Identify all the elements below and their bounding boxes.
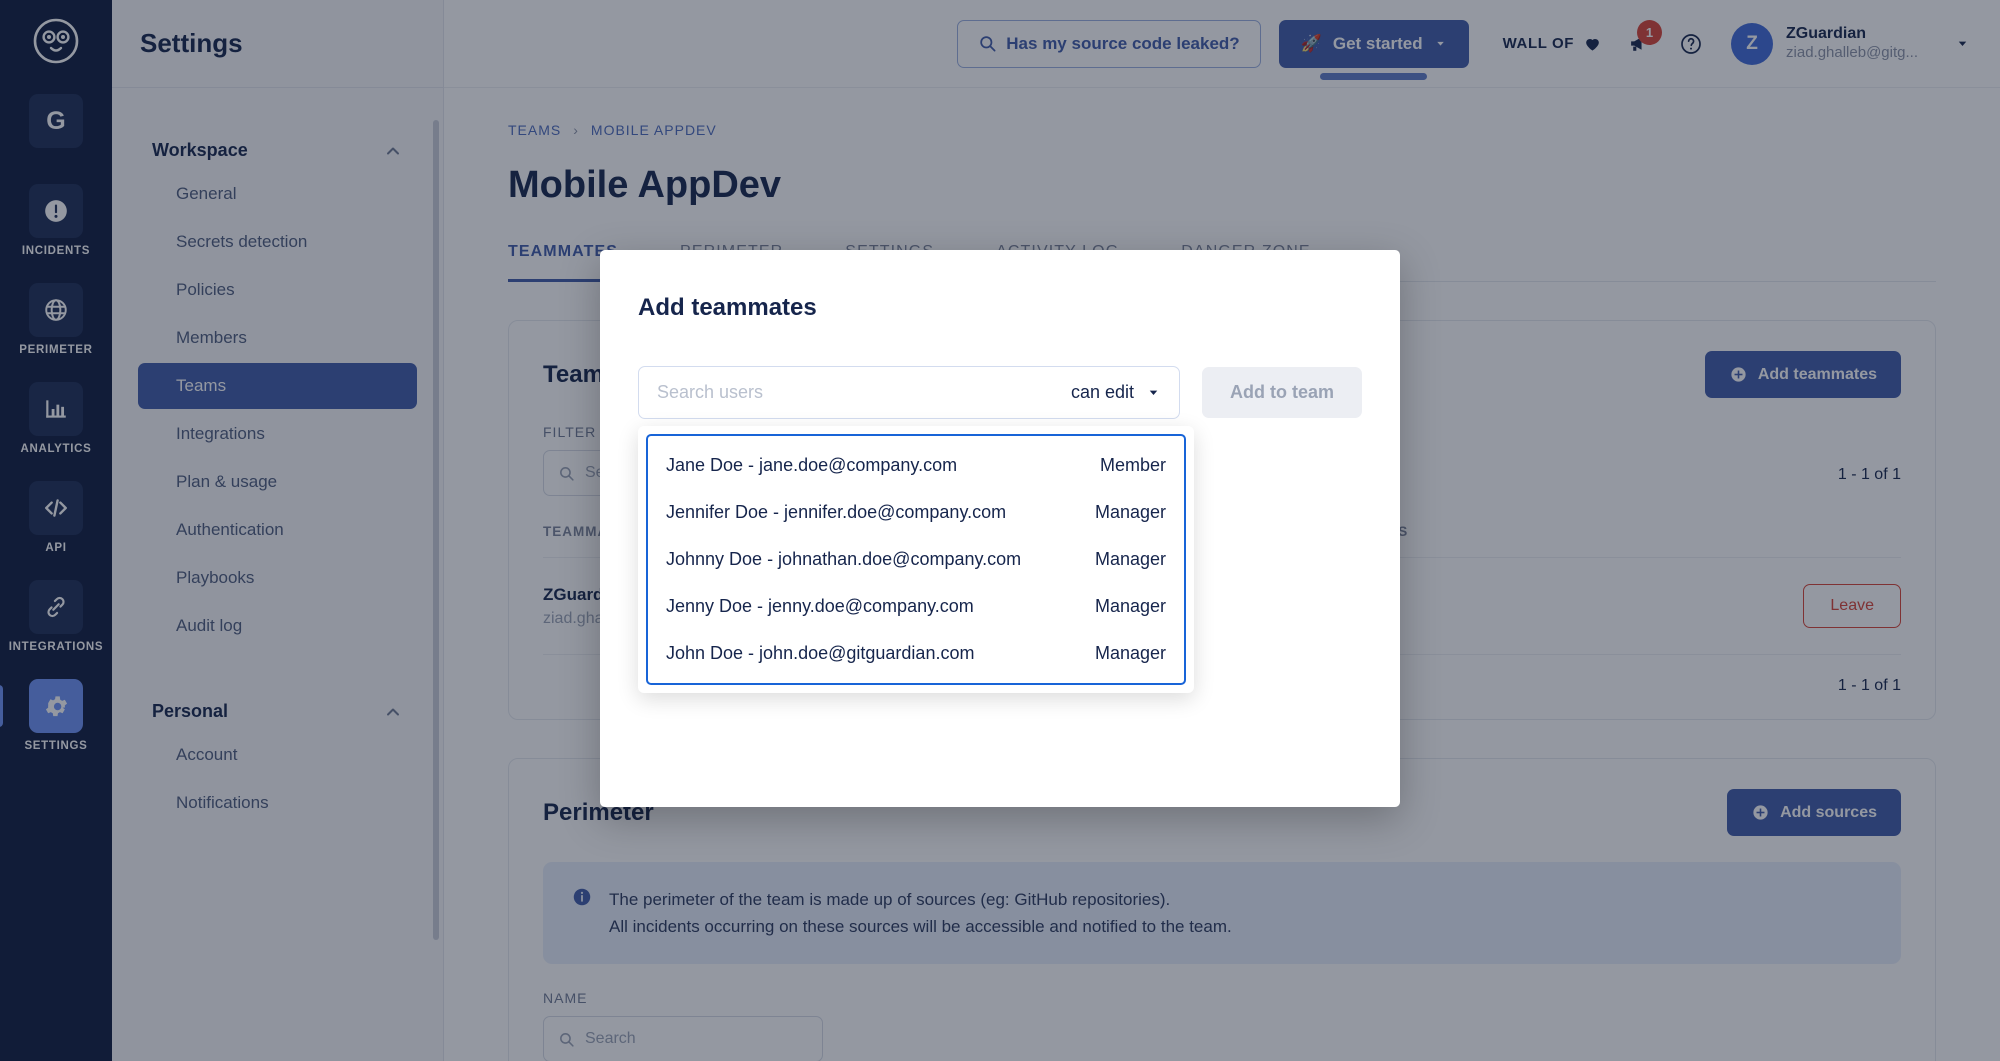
suggestion-label: Jane Doe - jane.doe@company.com xyxy=(666,455,958,475)
list-item[interactable]: John Doe - john.doe@gitguardian.com Mana… xyxy=(648,630,1184,677)
suggestion-role: Manager xyxy=(1094,549,1166,569)
suggestion-role: Manager xyxy=(1094,502,1166,522)
role-select[interactable]: can edit xyxy=(1071,382,1161,403)
suggestion-label: Jenny Doe - jenny.doe@company.com xyxy=(666,596,974,616)
suggestion-role: Manager xyxy=(1094,596,1166,616)
role-select-value: can edit xyxy=(1070,382,1134,402)
suggestion-label: John Doe - john.doe@gitguardian.com xyxy=(666,643,975,663)
suggestion-role: Member xyxy=(1099,455,1166,475)
modal-search-row: Search users can edit Add to team xyxy=(638,366,1362,419)
suggestion-label: Johnny Doe - johnathan.doe@company.com xyxy=(666,549,1022,569)
list-item[interactable]: Jane Doe - jane.doe@company.com Member xyxy=(648,442,1184,489)
user-suggestions-list: Jane Doe - jane.doe@company.com Member J… xyxy=(646,434,1186,685)
list-item[interactable]: Jennifer Doe - jennifer.doe@company.com … xyxy=(648,489,1184,536)
modal-title: Add teammates xyxy=(638,294,817,321)
suggestion-role: Manager xyxy=(1094,643,1166,663)
add-to-team-button[interactable]: Add to team xyxy=(1201,367,1362,418)
list-item[interactable]: Jenny Doe - jenny.doe@company.com Manage… xyxy=(648,583,1184,630)
user-search-input[interactable]: Search users can edit xyxy=(638,366,1180,419)
user-suggestions-dropdown: Jane Doe - jane.doe@company.com Member J… xyxy=(638,426,1194,693)
chevron-down-icon xyxy=(1146,385,1161,400)
add-teammates-modal: Add teammates Search users can edit Add … xyxy=(600,250,1400,807)
list-item[interactable]: Johnny Doe - johnathan.doe@company.com M… xyxy=(648,536,1184,583)
user-search-placeholder: Search users xyxy=(657,382,764,402)
suggestion-label: Jennifer Doe - jennifer.doe@company.com xyxy=(666,502,1007,522)
